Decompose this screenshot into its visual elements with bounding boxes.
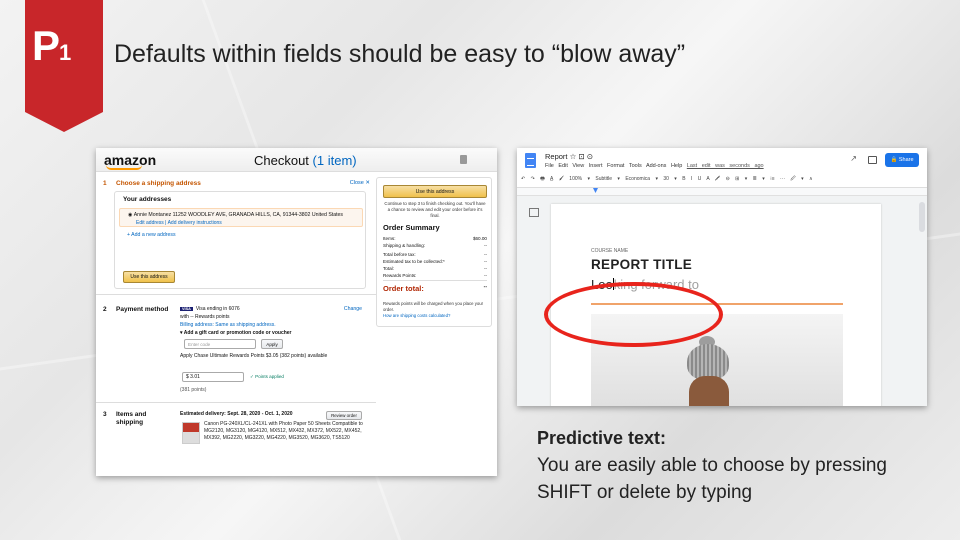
summary-row: Total: -- [383,266,487,271]
gift-card-toggle[interactable]: ▾ Add a gift card or promotion code or v… [180,330,292,336]
address-action-links[interactable]: Edit address | Add delivery instructions [136,220,222,226]
delivery-estimate: Estimated delivery: Sept. 28, 2020 - Oct… [180,411,293,417]
selected-address-text: ◉ Annie Montanez 11252 WOODLEY AVE, GRAN… [128,212,344,218]
change-payment-link[interactable]: Change [344,306,362,312]
section-title: Payment method [116,306,169,313]
order-summary-panel: Use this address Continue to step 3 to f… [376,177,492,327]
docs-header: Report ☆ ⊡ ⊙ File Edit View Insert Forma… [517,148,927,188]
course-name: COURSE NAME [591,248,629,254]
row-label: Total before tax: [383,252,416,257]
summary-note: Continue to step 3 to finish checking ou… [384,201,486,218]
last-edit-link[interactable]: Last edit was seconds ago [687,163,764,169]
summary-row: Estimated tax to be collected:* -- [383,259,487,264]
row-value: -- [483,259,487,264]
badge-letter: P [32,22,60,69]
ruler[interactable] [517,188,927,196]
selected-address-option[interactable]: ◉ Annie Montanez 11252 WOODLEY AVE, GRAN… [119,208,363,227]
menu-bar: File Edit View Insert Format Tools Add-o… [545,163,764,169]
document-name[interactable]: Report ☆ ⊡ ⊙ [545,152,593,161]
payment-method-section: 2 Payment method Change VISA Visa ending … [96,303,376,403]
rewards-line: with -- Rewards points [180,314,230,320]
summary-footer: Rewards points will be charged when you … [383,301,487,319]
address-box: Your addresses ◉ Annie Montanez 11252 WO… [114,191,366,289]
row-value: -- [483,252,487,257]
review-order-button[interactable]: Review order [326,411,362,420]
menu-items[interactable]: File Edit View Insert Format Tools Add-o… [545,163,682,169]
row-value: -- [483,273,487,278]
row-label: Estimated tax to be collected:* [383,259,445,264]
checkout-title: Checkout (1 item) [254,153,357,168]
amazon-smile-icon [106,165,142,170]
order-total: Order total: -- [383,280,487,293]
section-number: 1 [103,180,107,187]
section-title: Items and shipping [116,411,147,426]
lock-icon [460,155,467,164]
product-image [182,422,200,444]
rewards-apply-checkbox[interactable]: Apply Chase Ultimate Rewards Points $3.0… [180,353,340,360]
row-label: Shipping & handling: [383,243,426,248]
close-button[interactable]: Close ✕ [350,180,370,186]
row-label: Total: [383,266,394,271]
points-applied-status: ✓ Points applied [250,374,284,379]
order-total-value: -- [483,284,487,290]
promo-code-input[interactable]: Enter code [184,339,256,349]
add-new-address-link[interactable]: + Add a new address [127,232,176,238]
rewards-note: Rewards points will be charged when you … [383,301,484,312]
indent-marker[interactable] [593,188,598,193]
visa-icon: VISA [180,307,193,311]
row-label: Rewards Points: [383,273,417,278]
addresses-heading: Your addresses [123,196,172,203]
caption-body: You are easily able to choose by pressin… [537,455,887,503]
summary-row: Rewards Points: -- [383,273,487,278]
card-line: VISA Visa ending in 6076 [180,306,240,312]
billing-address-line[interactable]: Billing address: Same as shipping addres… [180,322,276,328]
summary-row: Total before tax: -- [383,252,487,257]
shipping-address-section: 1 Choose a shipping address Close ✕ Your… [96,177,376,295]
formatting-toolbar[interactable]: ↶ ↷ 🖶 A̲ 🖌 100% ▾ Subtitle ▾ Economica ▾… [521,176,921,186]
row-value: -- [483,243,487,248]
slide-headline: Defaults within fields should be easy to… [114,40,686,68]
points-amount-input[interactable]: $ 3.01 [182,372,244,382]
knit-hat [687,344,729,380]
apply-button[interactable]: Apply [261,339,283,349]
row-value: -- [483,266,487,271]
scrollbar[interactable] [919,202,925,232]
shipping-costs-link[interactable]: How are shipping costs calculated? [383,313,487,319]
row-value: $60.00 [472,236,487,241]
outline-icon[interactable] [529,208,539,217]
caption-title: Predictive text: [537,428,667,448]
order-summary-title: Order Summary [383,223,440,232]
badge-number: 1 [59,40,71,65]
use-address-button[interactable]: Use this address [123,271,175,283]
comment-icon[interactable] [868,156,877,164]
items-shipping-section: 3 Items and shipping Estimated delivery:… [96,408,376,476]
summary-row: Items: $60.00 [383,236,487,241]
card-text: Visa ending in 6076 [195,306,240,312]
address-value: Annie Montanez 11252 WOODLEY AVE, GRANAD… [133,212,344,218]
checkout-header: amazon Checkout (1 item) [96,148,497,172]
share-button[interactable]: 🔒 Share [885,153,919,167]
order-total-label: Order total: [383,284,424,293]
highlight-circle [544,282,723,347]
section-number: 2 [103,306,107,313]
activity-icon[interactable]: ↗ [850,154,857,163]
points-count: (381 points) [180,387,207,393]
summary-row: Shipping & handling: -- [383,243,487,248]
section-title: Choose a shipping address [116,180,201,187]
row-label: Items: [383,236,396,241]
report-title: REPORT TITLE [591,257,693,272]
product-description: Canon PG-240XL/CL-241XL with Photo Paper… [204,421,363,441]
summary-use-address-button[interactable]: Use this address [383,185,487,198]
item-count-link[interactable]: (1 item) [313,153,357,168]
amazon-checkout-screenshot: amazon Checkout (1 item) 1 Choose a ship… [96,148,497,476]
checkout-title-text: Checkout [254,153,309,168]
section-number: 3 [103,411,107,418]
google-docs-screenshot: Report ☆ ⊡ ⊙ File Edit View Insert Forma… [517,148,927,406]
docs-icon[interactable] [525,153,536,168]
document-canvas: COURSE NAME REPORT TITLE Looking forward… [517,196,927,406]
person-figure [689,376,729,406]
principle-badge-label: P1 [32,22,71,70]
